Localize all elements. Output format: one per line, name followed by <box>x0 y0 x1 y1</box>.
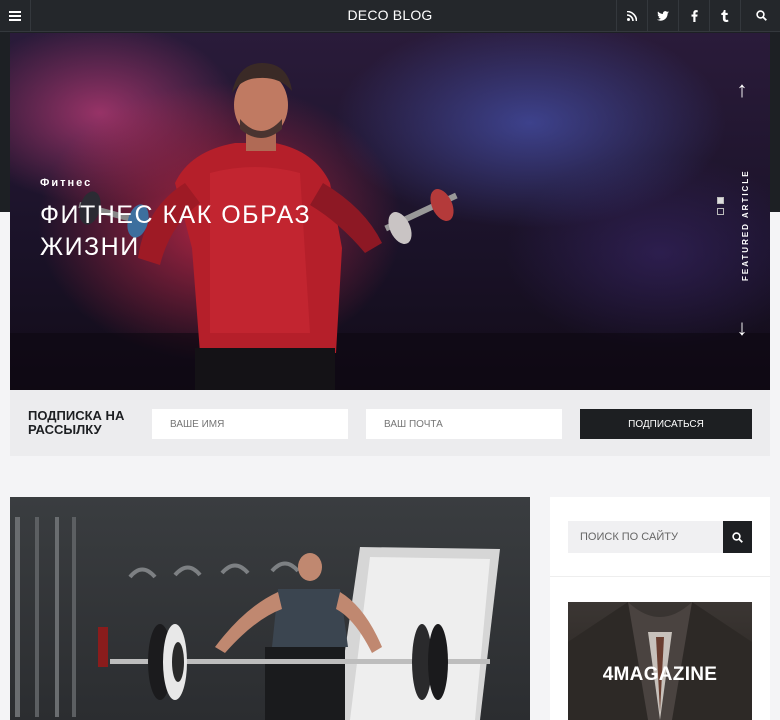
arrow-up-icon[interactable]: ↑ <box>732 77 752 103</box>
twitter-icon[interactable] <box>647 0 678 31</box>
top-navigation-bar: DECO BLOG <box>0 0 780 32</box>
weightlifter-photo <box>15 517 500 720</box>
suit-photo <box>568 602 752 720</box>
featured-article-title[interactable]: ФИТНЕС КАК ОБРАЗ ЖИЗНИ <box>40 199 360 263</box>
featured-article-label-wrap: FEATURED ARTICLE <box>741 151 753 281</box>
search-icon <box>732 531 743 543</box>
newsletter-title: ПОДПИСКА НА РАССЫЛКУ <box>28 408 125 437</box>
arrow-down-icon[interactable]: ↓ <box>732 315 752 341</box>
magazine-banner[interactable]: 4MAGAZINE <box>568 602 752 720</box>
facebook-icon[interactable] <box>678 0 709 31</box>
email-input[interactable] <box>366 409 562 439</box>
article-category[interactable]: Фитнес <box>40 177 92 189</box>
newsletter-subscribe-bar: ПОДПИСКА НА РАССЫЛКУ ПОДПИСАТЬСЯ <box>10 390 770 456</box>
name-input[interactable] <box>152 409 348 439</box>
slider-dot[interactable] <box>717 208 724 215</box>
magazine-banner-title: 4MAGAZINE <box>602 664 718 685</box>
featured-article-slider[interactable]: Фитнес ФИТНЕС КАК ОБРАЗ ЖИЗНИ ↑ ↓ FEATUR… <box>10 33 770 390</box>
subscribe-button[interactable]: ПОДПИСАТЬСЯ <box>580 409 752 439</box>
sidebar: ПОИСК ПО САЙТУ 4MAGAZINE <box>550 497 770 720</box>
featured-article-label: FEATURED ARTICLE <box>741 169 750 281</box>
post-thumbnail[interactable] <box>10 497 530 720</box>
rss-icon[interactable] <box>616 0 647 31</box>
sidebar-divider <box>550 576 770 577</box>
slider-dot[interactable] <box>717 197 724 204</box>
site-search-input[interactable]: ПОИСК ПО САЙТУ <box>568 521 724 553</box>
search-icon[interactable] <box>740 0 780 31</box>
search-button[interactable] <box>723 521 752 553</box>
slider-dots <box>717 197 724 219</box>
hamburger-icon[interactable] <box>0 0 31 31</box>
tumblr-icon[interactable] <box>709 0 740 31</box>
